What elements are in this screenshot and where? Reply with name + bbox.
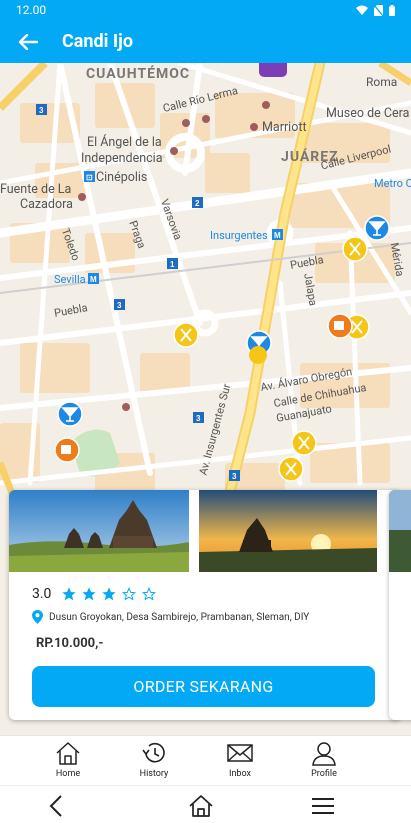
map-label-poi: Cinépolis (96, 170, 148, 185)
temple-sunset-photo (199, 490, 377, 572)
menu-icon (312, 798, 334, 814)
next-place-card[interactable] (389, 490, 411, 720)
system-back-button[interactable] (36, 793, 76, 819)
svg-text:3: 3 (39, 106, 44, 115)
map-label-poi: Independencia (81, 151, 163, 166)
location-pin-icon (32, 610, 43, 624)
arrow-left-icon (18, 33, 38, 50)
system-navigation-bar (0, 785, 411, 823)
rating-value: 3.0 (32, 586, 52, 602)
star-filled-icon (62, 587, 77, 601)
app-bar: Candi Ijo (0, 20, 411, 63)
svg-text:M: M (274, 231, 281, 240)
system-home-button[interactable] (181, 793, 221, 819)
status-bar: 12.00 (0, 0, 411, 20)
map-label-poi: Cazadora (20, 197, 73, 212)
nav-inbox-label: Inbox (229, 769, 251, 779)
chevron-left-icon (49, 795, 62, 817)
next-place-photo (389, 490, 411, 572)
page-title: Candi Ijo (62, 31, 133, 52)
svg-text:⊡: ⊡ (86, 173, 93, 182)
user-icon (312, 742, 336, 766)
map-label-metro: Insurgentes (210, 229, 268, 242)
map-label-poi: Marriott (262, 120, 307, 135)
home-outline-icon (189, 795, 213, 817)
nav-inbox[interactable]: Inbox (210, 740, 270, 779)
map-label-poi: Fuente de La (0, 182, 72, 197)
temple-photo (9, 490, 189, 572)
map-label-district: CUAUHTÉMOC (86, 66, 191, 82)
svg-text:1: 1 (170, 260, 175, 269)
star-outline-icon (122, 587, 137, 601)
no-sim-icon (374, 4, 383, 16)
wifi-icon (356, 5, 368, 15)
star-filled-icon (82, 587, 97, 601)
star-outline-icon (142, 587, 157, 601)
status-time: 12.00 (16, 3, 47, 17)
rating-row: 3.0 (32, 586, 157, 602)
nav-profile-label: Profile (311, 769, 337, 779)
svg-text:3: 3 (117, 301, 122, 310)
nav-history[interactable]: History (124, 740, 184, 779)
map-label-poi: El Ángel de la (87, 135, 162, 150)
nav-home-label: Home (55, 769, 81, 779)
nav-history-label: History (139, 769, 169, 779)
svg-text:3: 3 (232, 472, 237, 481)
battery-icon (389, 4, 395, 16)
map-label-metro: Sevilla (54, 273, 86, 286)
svg-text:3: 3 (196, 414, 201, 423)
svg-text:M: M (90, 275, 97, 284)
bottom-navigation: Home History Inbox Profile (0, 735, 411, 785)
home-icon (56, 742, 80, 765)
nav-home[interactable]: Home (38, 740, 98, 779)
place-card-carousel[interactable]: 3.0 Dusun Groyokan, Desa Sambirejo, Pram… (0, 490, 411, 720)
price-label: RP.10.000,- (36, 636, 104, 651)
nav-profile[interactable]: Profile (294, 740, 354, 779)
map-label-area: Roma (366, 75, 398, 89)
svg-text:2: 2 (195, 199, 200, 208)
place-card[interactable]: 3.0 Dusun Groyokan, Desa Sambirejo, Pram… (9, 490, 401, 720)
address-row: Dusun Groyokan, Desa Sambirejo, Prambana… (32, 610, 309, 624)
map-label-metro: Metro C (374, 177, 411, 190)
system-menu-button[interactable] (303, 793, 343, 819)
address-text: Dusun Groyokan, Desa Sambirejo, Prambana… (49, 611, 310, 623)
mail-icon (227, 744, 253, 762)
map-label-poi: Museo de Cera (326, 106, 410, 121)
back-button[interactable] (0, 20, 56, 63)
status-icons (356, 4, 395, 16)
star-filled-icon (102, 587, 117, 601)
history-icon (142, 742, 165, 763)
order-button[interactable]: ORDER SEKARANG (32, 666, 375, 707)
